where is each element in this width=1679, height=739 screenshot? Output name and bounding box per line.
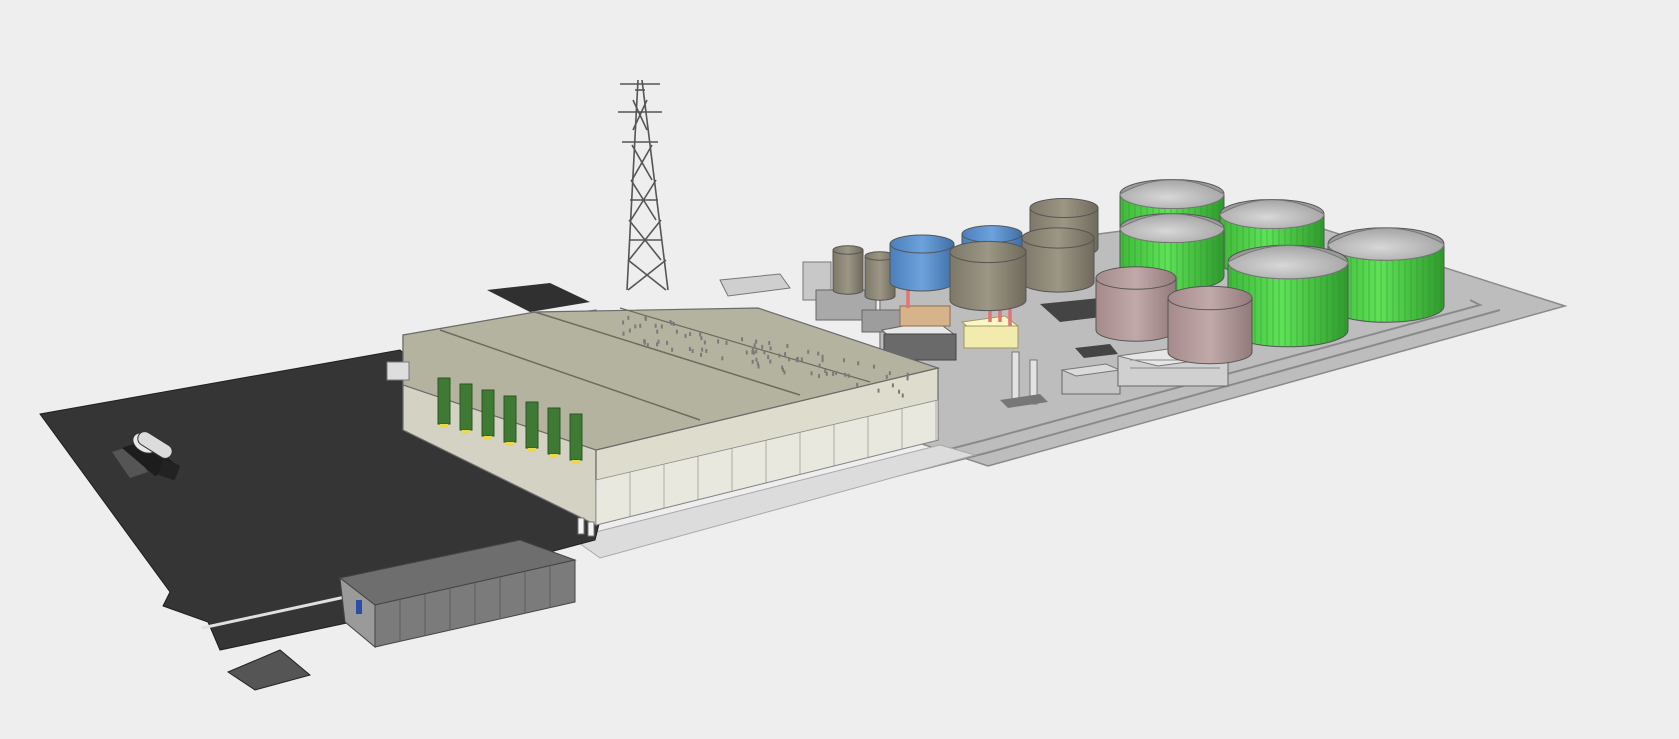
hall-door[interactable]: [547, 407, 561, 458]
blue-tank[interactable]: [889, 234, 955, 292]
lattice-tower-icon[interactable]: [618, 79, 669, 291]
ramp: [226, 649, 312, 691]
model-viewport[interactable]: [0, 0, 1679, 739]
annex-door[interactable]: [356, 600, 362, 614]
hall-door[interactable]: [525, 401, 539, 452]
pink-tank[interactable]: [1095, 266, 1177, 342]
olive-tank[interactable]: [1021, 227, 1095, 293]
small-silo[interactable]: [832, 245, 864, 295]
hall-door[interactable]: [481, 389, 495, 440]
hall-door[interactable]: [437, 377, 451, 428]
pink-tank[interactable]: [1167, 285, 1253, 365]
hall-door[interactable]: [459, 383, 473, 434]
hall-door[interactable]: [569, 413, 583, 464]
asphalt-rear: [487, 283, 590, 312]
olive-tank[interactable]: [949, 240, 1027, 312]
site-3d-scene[interactable]: [0, 0, 1679, 739]
hall-door[interactable]: [503, 395, 517, 446]
